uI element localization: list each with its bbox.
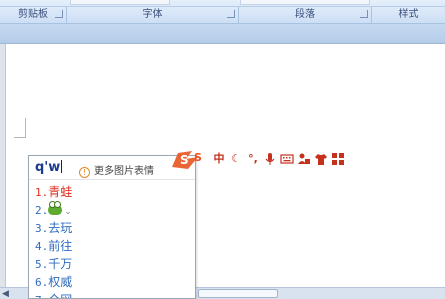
info-icon: !	[79, 167, 90, 178]
dialog-launcher-icon[interactable]	[55, 10, 63, 18]
margin-mark	[25, 118, 26, 138]
ribbon-group-label: 段落	[295, 9, 315, 20]
dialog-launcher-icon[interactable]	[227, 10, 235, 18]
candidate-item[interactable]: 3.去玩	[35, 219, 72, 237]
chinese-mode-toggle[interactable]: 中	[212, 152, 226, 166]
ime-toolbar: 中 ☾ °,	[212, 151, 345, 167]
candidate-item[interactable]: 2. ⌄	[35, 201, 72, 219]
sogou-logo-icon[interactable]: S S	[168, 147, 212, 171]
svg-text:S: S	[194, 151, 202, 164]
punctuation-icon[interactable]: °,	[246, 152, 260, 166]
moon-icon[interactable]: ☾	[229, 152, 243, 166]
chevron-down-icon[interactable]: ⌄	[64, 207, 72, 217]
ribbon-group-label: 字体	[142, 9, 163, 20]
pinyin-input: q'w	[35, 160, 63, 175]
margin-mark	[14, 137, 26, 138]
keyboard-icon[interactable]	[280, 152, 294, 166]
microphone-icon[interactable]	[263, 152, 277, 166]
ribbon-top-control[interactable]	[70, 0, 170, 5]
candidate-item[interactable]: 1.青蛙	[35, 183, 72, 201]
more-stickers-label: 更多图片表情	[94, 166, 154, 177]
ime-status-bar: S S 中 ☾ °,	[168, 147, 358, 171]
user-icon[interactable]	[297, 152, 311, 166]
ime-candidate-window: q'w ! 更多图片表情 1.青蛙 2. ⌄ 3.去玩 4.前往 5.千万 6.权威…	[28, 155, 196, 299]
svg-text:S: S	[180, 153, 189, 167]
candidate-list: 1.青蛙 2.⌄ 3.去玩 4.前往 5.千万 6.权威 7.全网	[35, 183, 72, 298]
skin-shirt-icon[interactable]	[314, 152, 328, 166]
ribbon-group-clipboard: 剪贴板	[0, 6, 67, 23]
ribbon-group-label: 样式	[398, 9, 419, 20]
candidate-item[interactable]: 5.千万	[35, 255, 72, 273]
ruler-area	[0, 24, 445, 44]
ribbon-group-label: 剪贴板	[18, 9, 48, 20]
candidate-item[interactable]: 6.权威	[35, 273, 72, 291]
dialog-launcher-icon[interactable]	[360, 10, 368, 18]
ribbon-top-control[interactable]	[240, 0, 370, 5]
scroll-left-icon[interactable]: ◀	[2, 289, 12, 299]
ribbon: 剪贴板 字体 段落 样式	[0, 0, 445, 24]
text-caret	[61, 160, 63, 173]
candidate-item[interactable]: 4.前往	[35, 237, 72, 255]
ribbon-group-font: 字体	[67, 6, 239, 23]
frog-emoji-icon	[48, 201, 63, 215]
toolbox-grid-icon[interactable]	[331, 152, 345, 166]
scrollbar-thumb[interactable]	[198, 289, 278, 298]
more-stickers-link[interactable]: ! 更多图片表情	[79, 162, 154, 178]
ribbon-group-paragraph: 段落	[239, 6, 372, 23]
ribbon-group-styles: 样式	[372, 6, 445, 23]
candidate-item[interactable]: 7.全网	[35, 291, 72, 298]
